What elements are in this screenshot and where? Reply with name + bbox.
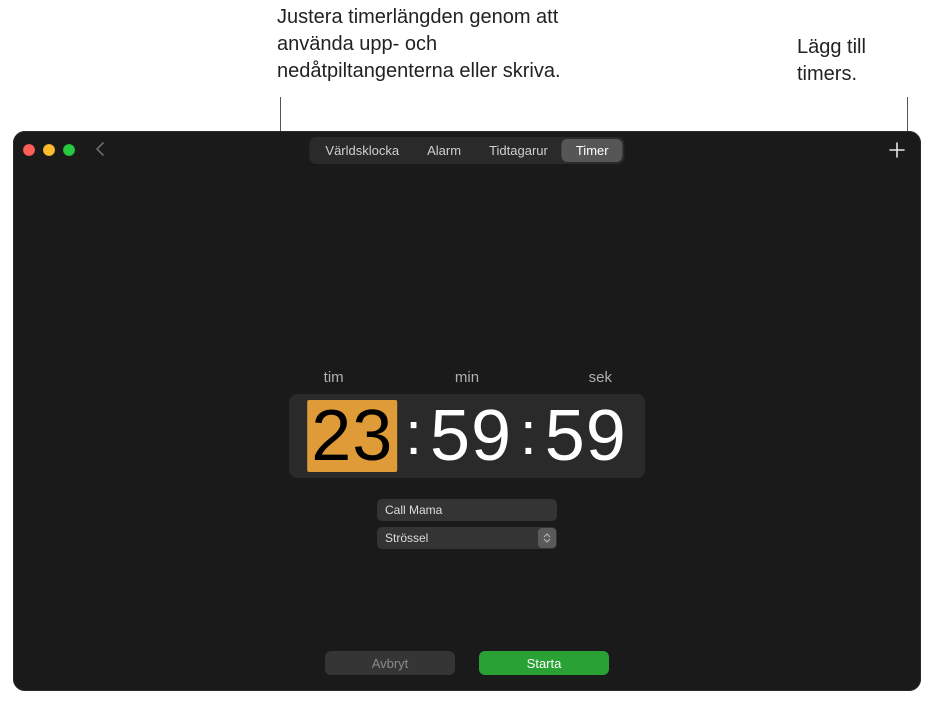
tab-stopwatch[interactable]: Tidtagarur — [475, 139, 562, 162]
seconds-field[interactable]: 59 — [545, 400, 627, 472]
timer-sound-value: Strössel — [385, 531, 428, 545]
timer-sound-select[interactable]: Strössel — [377, 527, 557, 549]
bottom-button-bar: Avbryt Starta — [13, 651, 921, 675]
timer-content: tim min sek 23 : 59 : 59 Strössel — [13, 169, 921, 691]
close-window-button[interactable] — [23, 144, 35, 156]
tab-timer[interactable]: Timer — [562, 139, 623, 162]
timer-metadata-fields: Strössel — [377, 499, 557, 549]
time-separator: : — [405, 404, 422, 464]
timer-duration-input[interactable]: 23 : 59 : 59 — [289, 394, 645, 478]
add-timer-button[interactable] — [887, 140, 907, 160]
annotation-adjust-length: Justera timerlängden genom att använda u… — [277, 4, 617, 85]
minutes-field[interactable]: 59 — [430, 400, 512, 472]
select-stepper-icon — [538, 528, 556, 548]
label-hours: tim — [267, 369, 400, 386]
start-button[interactable]: Starta — [479, 651, 609, 675]
time-unit-labels: tim min sek — [267, 369, 667, 386]
cancel-button[interactable]: Avbryt — [325, 651, 455, 675]
clock-app-window: Världsklocka Alarm Tidtagarur Timer tim … — [13, 131, 921, 691]
view-segmented-control: Världsklocka Alarm Tidtagarur Timer — [309, 137, 624, 164]
zoom-window-button[interactable] — [63, 144, 75, 156]
time-separator: : — [520, 404, 537, 464]
hours-field[interactable]: 23 — [307, 400, 397, 472]
tab-alarm[interactable]: Alarm — [413, 139, 475, 162]
label-minutes: min — [400, 369, 533, 386]
timer-label-input[interactable] — [377, 499, 557, 521]
annotation-add-timers: Lägg till timers. — [797, 34, 907, 88]
window-controls — [23, 144, 75, 156]
back-button[interactable] — [95, 142, 105, 159]
minimize-window-button[interactable] — [43, 144, 55, 156]
label-seconds: sek — [534, 369, 667, 386]
titlebar: Världsklocka Alarm Tidtagarur Timer — [13, 131, 921, 169]
tab-world-clock[interactable]: Världsklocka — [311, 139, 413, 162]
